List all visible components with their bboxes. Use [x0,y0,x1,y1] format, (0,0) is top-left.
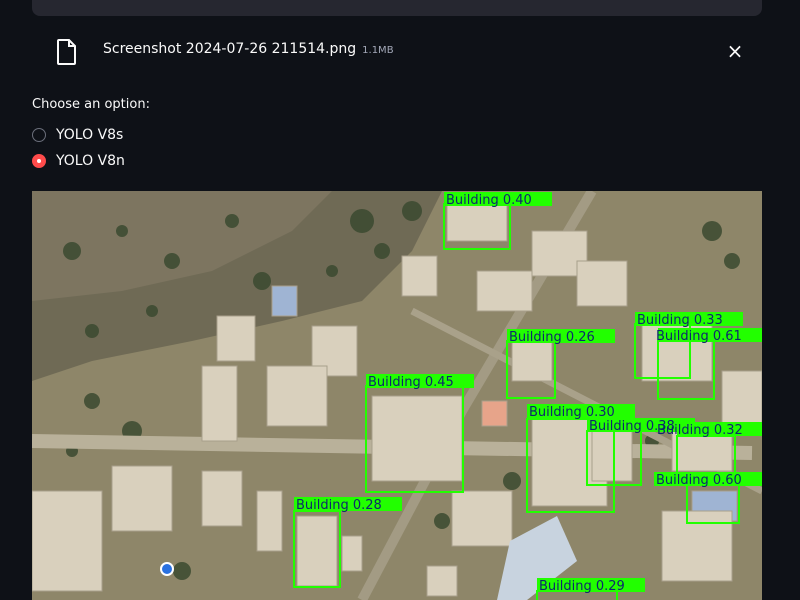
detection-label: Building 0.30 [529,405,615,420]
detection-label: Building 0.33 [637,313,723,328]
detection-label: Building 0.29 [539,579,625,594]
radio-option-yolo-v8n[interactable]: YOLO V8n [32,153,125,169]
close-icon: × [726,39,744,63]
detection-label: Building 0.45 [368,375,454,390]
radio-option-label: YOLO V8n [56,153,125,169]
detection-result-image: Building 0.40 Building 0.33 Building 0.6… [32,191,762,600]
file-uploader-dropzone[interactable] [32,0,762,16]
radio-option-label: YOLO V8s [56,127,124,143]
detection-label: Building 0.60 [656,473,742,488]
detection-label: Building 0.32 [657,423,743,438]
file-name: Screenshot 2024-07-26 211514.png 1.1MB [103,41,394,57]
radio-option-yolo-v8s[interactable]: YOLO V8s [32,127,123,143]
file-name-text: Screenshot 2024-07-26 211514.png [103,41,357,57]
model-select-label: Choose an option: [32,97,150,112]
file-icon [56,39,78,65]
uploaded-file-row: Screenshot 2024-07-26 211514.png 1.1MB × [32,30,762,72]
detection-label: Building 0.26 [509,330,595,345]
radio-checked-icon [32,154,46,168]
detection-label: Building 0.28 [296,498,382,513]
detection-label: Building 0.40 [446,193,532,208]
remove-file-button[interactable]: × [724,40,746,62]
satellite-image: Building 0.40 Building 0.33 Building 0.6… [32,191,762,600]
radio-unchecked-icon [32,128,46,142]
detection-label: Building 0.61 [656,329,742,344]
file-size: 1.1MB [362,45,394,56]
